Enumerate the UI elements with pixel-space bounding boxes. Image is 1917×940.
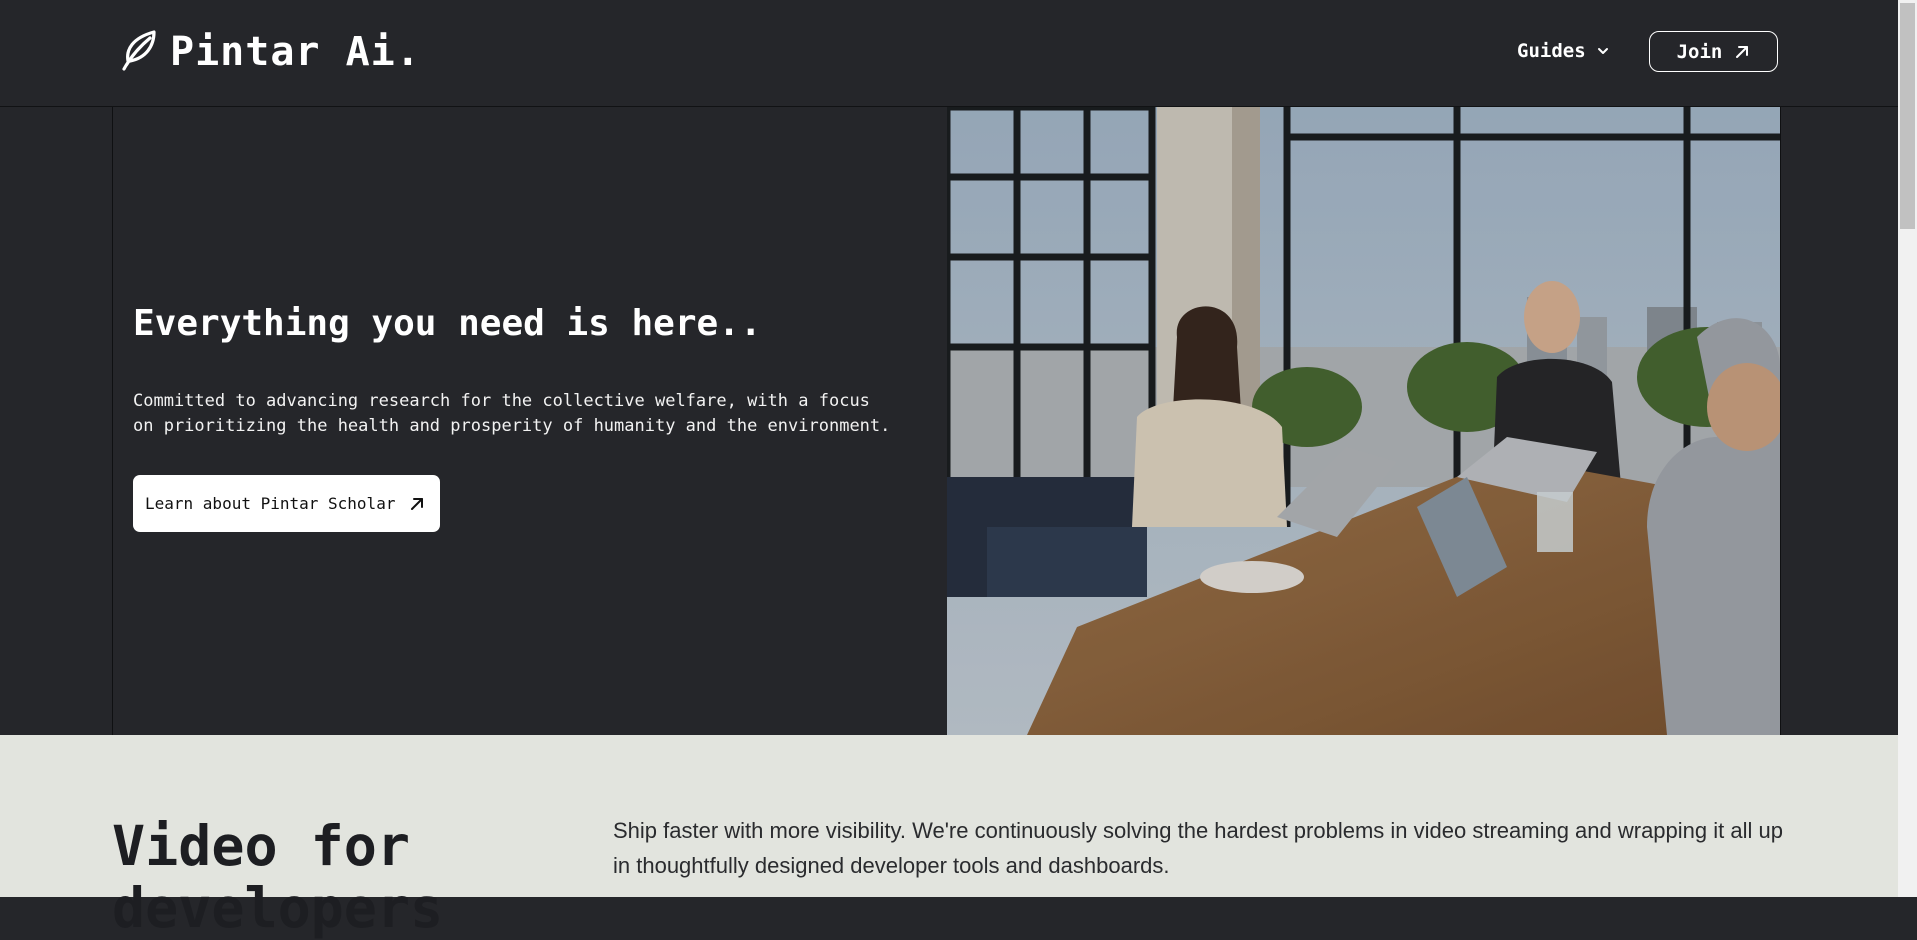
- divider: [1780, 107, 1781, 735]
- hero-section: Everything you need is here.. Committed …: [0, 107, 1898, 735]
- arrow-up-right-icon: [1736, 45, 1749, 58]
- join-button[interactable]: Join: [1649, 31, 1778, 72]
- learn-about-scholar-button[interactable]: Learn about Pintar Scholar: [133, 475, 440, 532]
- section-title: Video for developers: [112, 814, 444, 940]
- join-label: Join: [1676, 40, 1723, 63]
- hero-title: Everything you need is here..: [133, 303, 762, 344]
- developers-section: Video for developers Ship faster with mo…: [0, 735, 1898, 939]
- logo-text: Pintar Ai.: [170, 29, 421, 75]
- hero-office-photo: [947, 107, 1780, 735]
- chevron-down-icon: [1597, 48, 1608, 54]
- scrollbar-thumb[interactable]: [1900, 3, 1915, 229]
- hero-description: Committed to advancing research for the …: [133, 391, 891, 436]
- logo[interactable]: Pintar Ai.: [120, 28, 421, 76]
- feather-icon: [120, 28, 158, 76]
- guides-dropdown[interactable]: Guides: [1517, 40, 1610, 62]
- divider: [112, 107, 113, 735]
- guides-label: Guides: [1517, 40, 1586, 62]
- scholar-button-label: Learn about Pintar Scholar: [145, 494, 396, 513]
- section-text: Ship faster with more visibility. We're …: [613, 818, 1783, 878]
- site-header: Pintar Ai. Guides Join: [0, 0, 1898, 107]
- arrow-up-right-icon: [411, 497, 424, 510]
